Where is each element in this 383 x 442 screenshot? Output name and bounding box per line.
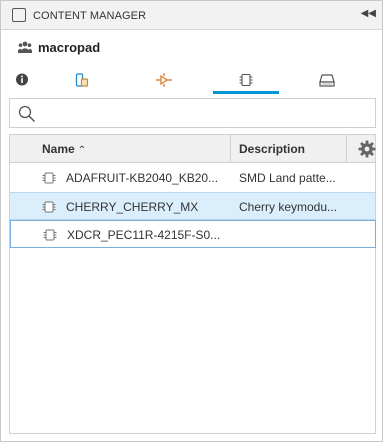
gear-icon[interactable] <box>358 140 376 158</box>
symbol-icon <box>156 73 172 87</box>
column-header-name[interactable]: Name ⌃ <box>42 142 86 156</box>
panel-title: CONTENT MANAGER <box>33 10 147 22</box>
info-icon <box>16 73 28 86</box>
sort-ascending-icon: ⌃ <box>77 145 87 156</box>
row-name: XDCR_PEC11R-4215F-S0... <box>67 228 221 242</box>
project-name: macropad <box>38 40 101 55</box>
search-icon <box>18 105 36 123</box>
row-name: CHERRY_CHERRY_MX <box>66 200 199 214</box>
column-divider[interactable] <box>346 135 347 163</box>
footprint-icon <box>42 201 56 213</box>
column-divider[interactable] <box>230 135 231 163</box>
search-box <box>9 98 376 128</box>
project-header: macropad <box>1 31 382 63</box>
row-description: SMD Land patte... <box>239 171 336 185</box>
table-row[interactable]: XDCR_PEC11R-4215F-S0... <box>10 220 376 248</box>
people-group-icon <box>18 41 32 53</box>
panel-titlebar: CONTENT MANAGER ◀◀ <box>1 1 382 30</box>
tab-info[interactable] <box>0 65 55 95</box>
row-description: Cherry keymodu... <box>239 200 338 214</box>
panel-window-icon <box>12 8 26 22</box>
column-header-name-label: Name <box>42 142 75 156</box>
tab-footprints[interactable] <box>213 65 279 95</box>
double-chevron-left-icon[interactable]: ◀◀ <box>361 8 376 19</box>
footprint-icon <box>43 229 57 241</box>
footprint-icon <box>42 172 56 184</box>
content-table: Name ⌃ Description ADAFRUIT-KB2040_KB20.… <box>9 134 376 434</box>
tab-3d-packages[interactable] <box>294 65 360 95</box>
table-header: Name ⌃ Description <box>10 135 376 163</box>
table-row[interactable]: CHERRY_CHERRY_MX Cherry keymodu... <box>10 192 375 220</box>
content-manager-panel: CONTENT MANAGER ◀◀ macropad Name ⌃ Descr… <box>0 0 383 442</box>
footprint-icon <box>239 73 253 87</box>
search-input[interactable] <box>42 103 362 123</box>
tab-symbols[interactable] <box>131 65 197 95</box>
row-name: ADAFRUIT-KB2040_KB20... <box>66 171 219 185</box>
component-icon <box>75 73 89 87</box>
table-row[interactable]: ADAFRUIT-KB2040_KB20... SMD Land patte..… <box>10 164 375 192</box>
tab-components[interactable] <box>49 65 115 95</box>
3d-package-icon <box>319 74 335 87</box>
column-header-description[interactable]: Description <box>239 142 305 156</box>
category-tabs <box>1 65 382 95</box>
